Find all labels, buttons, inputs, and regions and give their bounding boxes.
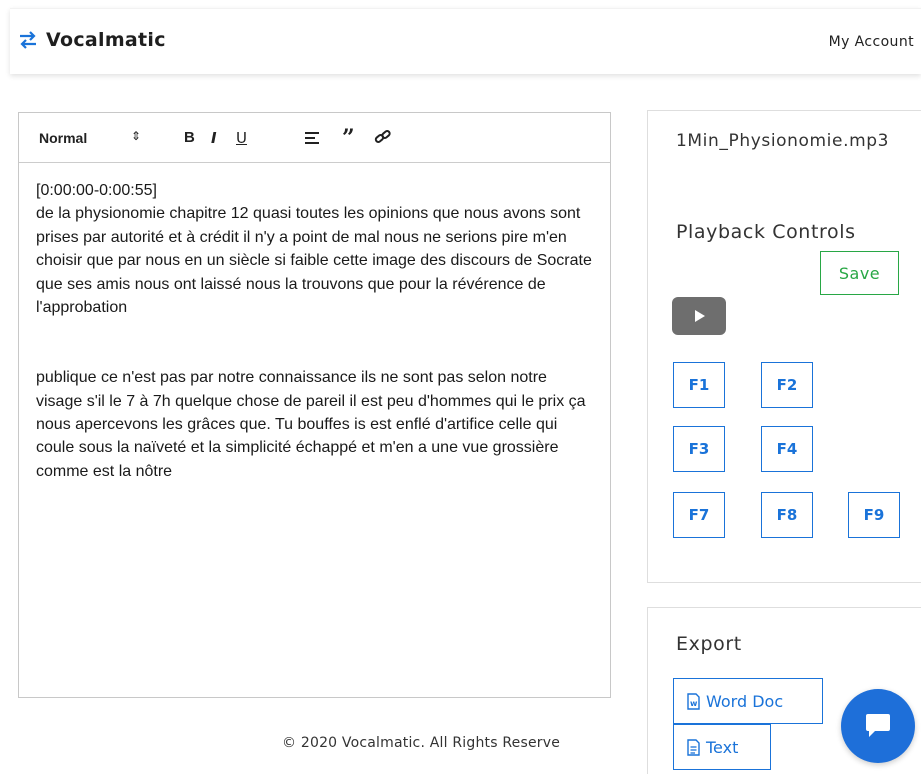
chat-widget-button[interactable] xyxy=(841,689,915,763)
play-button[interactable] xyxy=(672,297,726,335)
export-text-button[interactable]: Text xyxy=(673,724,771,770)
f3-button[interactable]: F3 xyxy=(673,426,725,472)
f4-button[interactable]: F4 xyxy=(761,426,813,472)
audio-file-name: 1Min_Physionomie.mp3 xyxy=(676,131,890,151)
f7-button[interactable]: F7 xyxy=(673,492,725,538)
my-account-link[interactable]: My Account xyxy=(829,34,914,50)
brand[interactable]: Vocalmatic xyxy=(18,29,166,51)
svg-text:w: w xyxy=(690,699,698,708)
export-title: Export xyxy=(676,633,742,655)
header-format-select[interactable]: Normal xyxy=(39,130,87,146)
chat-icon xyxy=(866,714,890,737)
italic-button[interactable]: I xyxy=(211,129,217,147)
swap-arrows-icon xyxy=(20,31,36,49)
align-icon[interactable] xyxy=(304,131,320,145)
copyright-footer: © 2020 Vocalmatic. All Rights Reserve xyxy=(282,735,561,751)
link-icon[interactable] xyxy=(374,129,392,145)
f8-button[interactable]: F8 xyxy=(761,492,813,538)
transcript-text-area[interactable]: [0:00:00-0:00:55] de la physionomie chap… xyxy=(19,163,610,483)
select-caret-icon[interactable]: ⇕ xyxy=(131,129,141,143)
save-button[interactable]: Save xyxy=(820,251,899,295)
export-word-button[interactable]: w Word Doc xyxy=(673,678,823,724)
timestamp-line: [0:00:00-0:00:55] xyxy=(36,182,157,199)
text-file-icon xyxy=(687,738,700,756)
editor-toolbar: Normal ⇕ B I U ” xyxy=(19,113,610,163)
text-label: Text xyxy=(706,737,739,757)
play-icon xyxy=(695,310,705,322)
f1-button[interactable]: F1 xyxy=(673,362,725,408)
brand-name: Vocalmatic xyxy=(46,29,166,51)
f2-button[interactable]: F2 xyxy=(761,362,813,408)
playback-panel: 1Min_Physionomie.mp3 Playback Controls S… xyxy=(647,110,921,583)
blockquote-button[interactable]: ” xyxy=(342,127,355,149)
f9-button[interactable]: F9 xyxy=(848,492,900,538)
underline-button[interactable]: U xyxy=(236,129,247,147)
playback-controls-title: Playback Controls xyxy=(676,221,856,243)
word-doc-icon: w xyxy=(687,692,700,710)
top-navbar: Vocalmatic My Account xyxy=(10,8,921,74)
transcript-paragraph: de la physionomie chapitre 12 quasi tout… xyxy=(36,205,592,317)
word-doc-label: Word Doc xyxy=(706,691,784,711)
transcript-editor: Normal ⇕ B I U ” [0:00:00-0:00:55] de la… xyxy=(18,112,611,698)
bold-button[interactable]: B xyxy=(184,129,195,146)
transcript-paragraph: publique ce n'est pas par notre connaiss… xyxy=(36,369,586,480)
